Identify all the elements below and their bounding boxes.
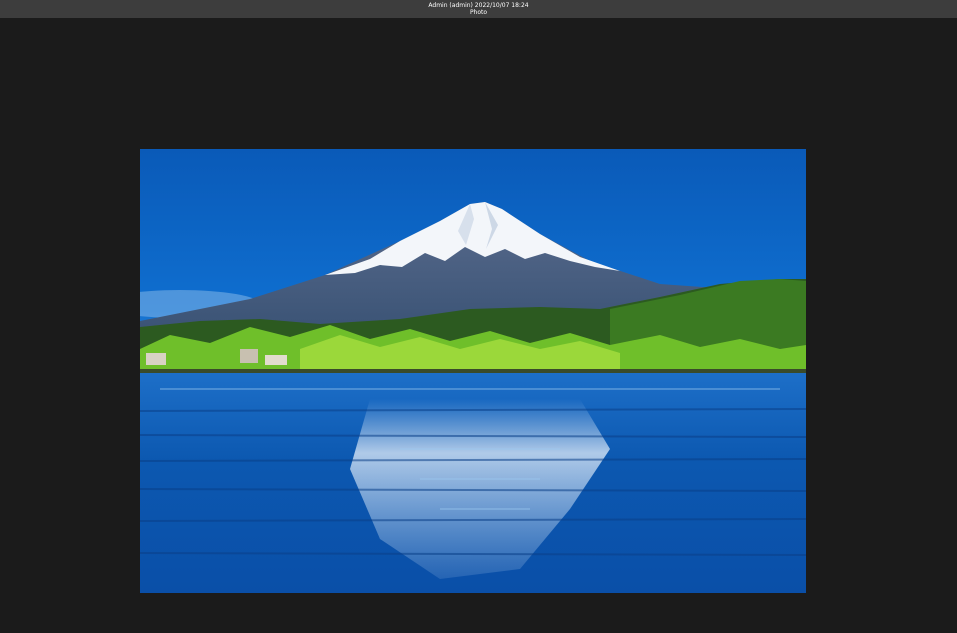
photo-image[interactable] — [140, 149, 806, 593]
viewer-titlebar: Admin (admin) 2022/10/07 18:24 Photo — [0, 0, 957, 18]
image-author-timestamp: Admin (admin) 2022/10/07 18:24 — [428, 2, 529, 9]
image-viewer-canvas[interactable] — [0, 18, 957, 633]
image-caption: Photo — [469, 9, 488, 16]
